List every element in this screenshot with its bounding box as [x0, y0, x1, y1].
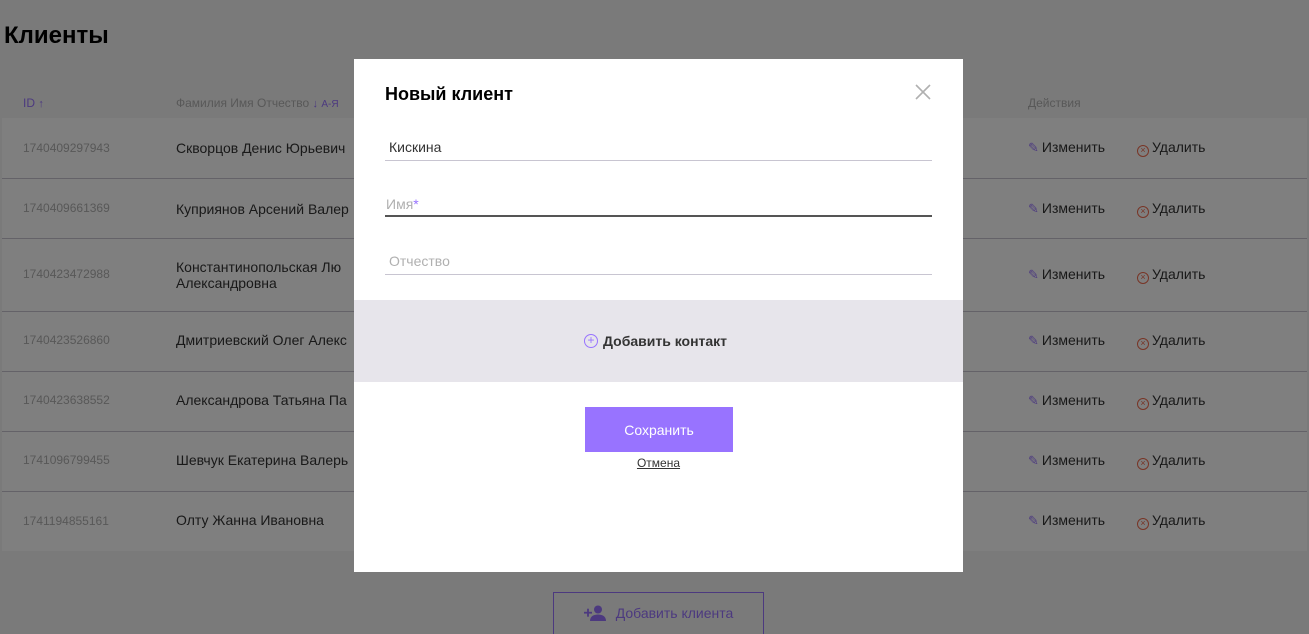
new-client-modal: Новый клиент Имя* + Добавить контакт Сох… — [354, 59, 963, 572]
add-contact-button[interactable]: + Добавить контакт — [584, 331, 727, 351]
cancel-button[interactable]: Отмена — [637, 456, 680, 470]
close-button[interactable] — [912, 81, 934, 103]
plus-circle-icon: + — [584, 334, 598, 348]
close-icon — [915, 84, 931, 100]
contacts-section: + Добавить контакт — [354, 300, 963, 382]
cancel-link: Отмена — [354, 456, 963, 470]
modal-title: Новый клиент — [385, 84, 513, 104]
surname-field[interactable] — [385, 133, 932, 161]
patronymic-field[interactable] — [385, 247, 932, 275]
name-field[interactable] — [385, 189, 932, 217]
save-button[interactable]: Сохранить — [585, 407, 733, 452]
